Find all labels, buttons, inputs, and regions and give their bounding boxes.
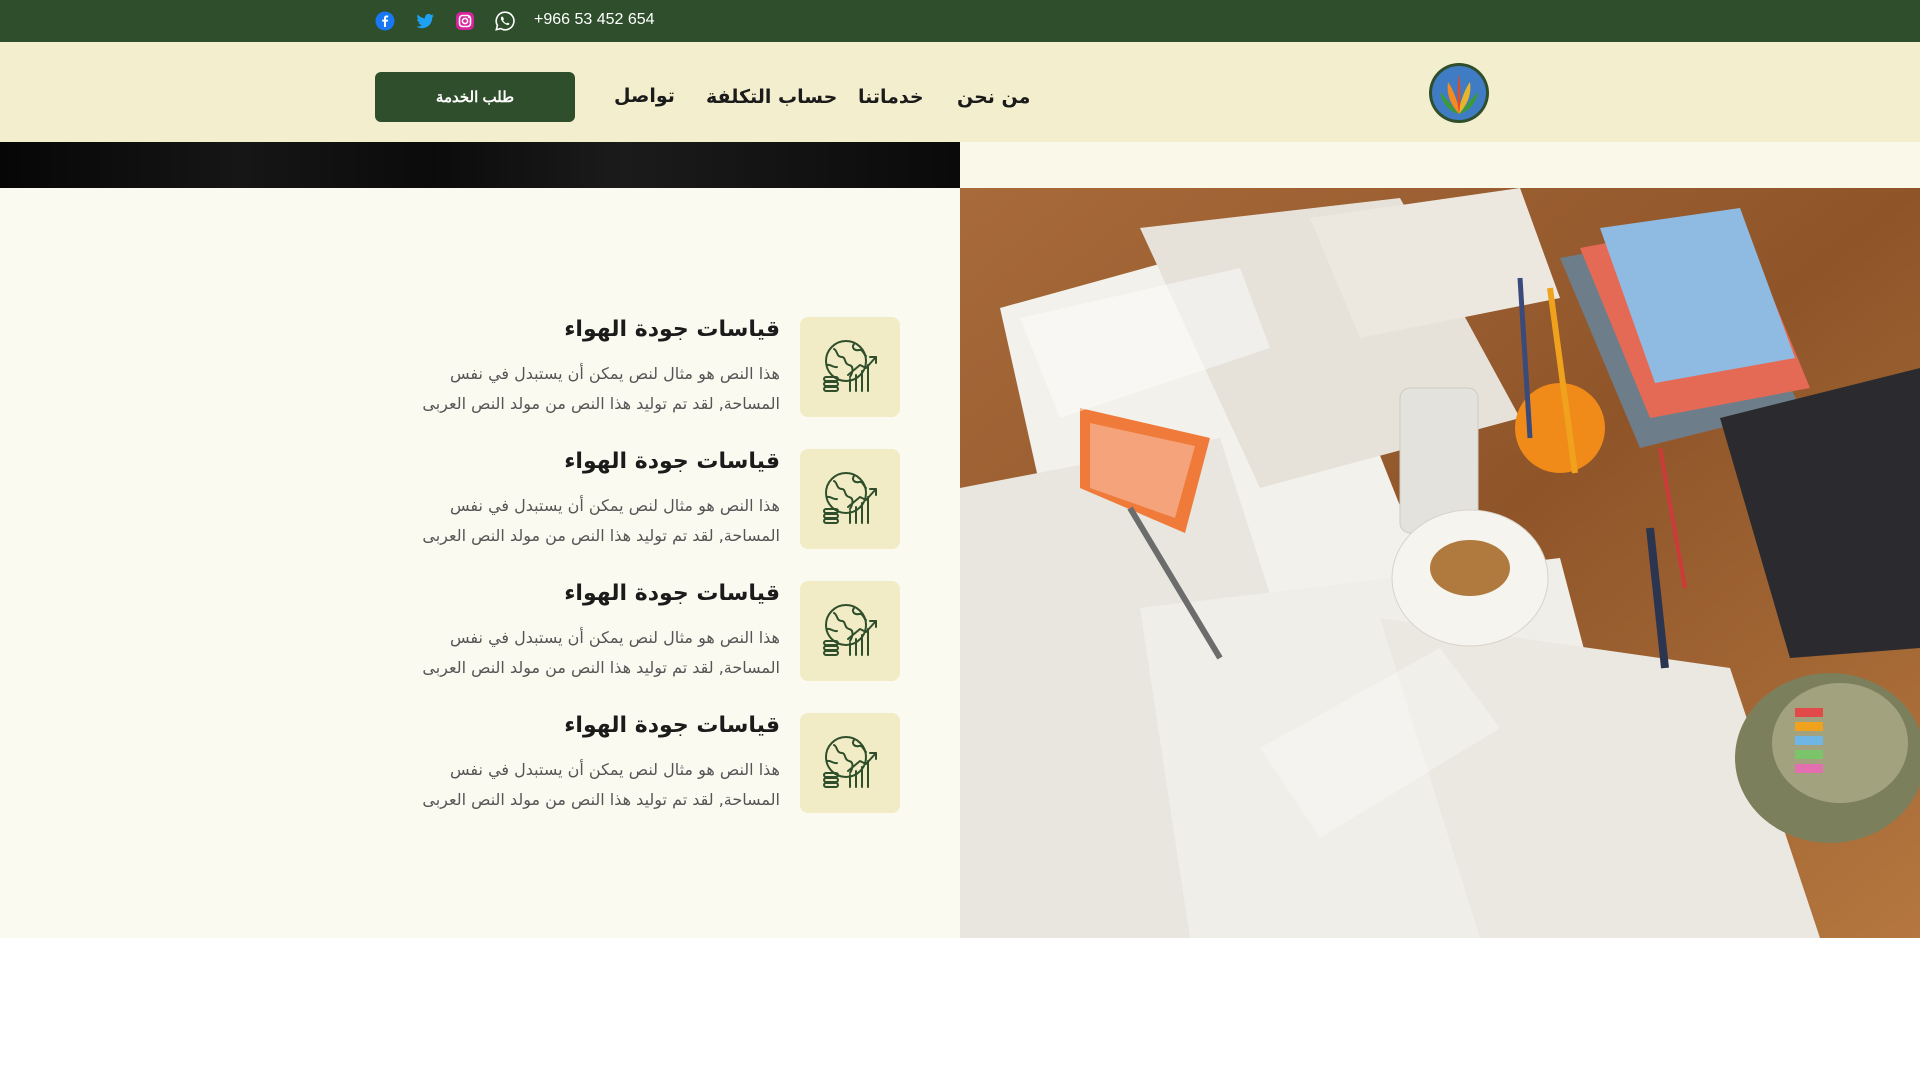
whatsapp-icon[interactable]: [495, 11, 515, 31]
phone-number[interactable]: +966 53 452 654: [534, 11, 655, 29]
feature-title: قياسات جودة الهواء: [564, 317, 780, 342]
feature-title: قياسات جودة الهواء: [564, 581, 780, 606]
hero-light-strip: [960, 142, 1920, 188]
feature-icon-box: [800, 581, 900, 681]
feature-title: قياسات جودة الهواء: [564, 713, 780, 738]
globe-growth-icon: [823, 604, 877, 656]
feature-description: هذا النص هو مثال لنص يمكن أن يستبدل في ن…: [422, 364, 780, 413]
feature-item: قياسات جودة الهواء هذا النص هو مثال لنص …: [400, 317, 900, 417]
feature-item: قياسات جودة الهواء هذا النص هو مثال لنص …: [400, 713, 900, 813]
feature-item: قياسات جودة الهواء هذا النص هو مثال لنص …: [400, 449, 900, 549]
request-service-button[interactable]: طلب الخدمة: [375, 72, 575, 122]
globe-growth-icon: [823, 736, 877, 788]
feature-icon-box: [800, 449, 900, 549]
globe-growth-icon: [823, 472, 877, 524]
brand-logo[interactable]: [1428, 62, 1490, 124]
instagram-icon[interactable]: [455, 11, 475, 31]
feature-description: هذا النص هو مثال لنص يمكن أن يستبدل في ن…: [422, 628, 780, 677]
facebook-icon[interactable]: [375, 11, 395, 31]
site-header: طلب الخدمة تواصل حساب التكلفة خدماتنا من…: [0, 42, 1920, 142]
feature-description: هذا النص هو مثال لنص يمكن أن يستبدل في ن…: [422, 496, 780, 545]
feature-description: هذا النص هو مثال لنص يمكن أن يستبدل في ن…: [422, 760, 780, 809]
desk-photo: [960, 188, 1920, 938]
feature-item: قياسات جودة الهواء هذا النص هو مثال لنص …: [400, 581, 900, 681]
feature-icon-box: [800, 317, 900, 417]
feature-title: قياسات جودة الهواء: [564, 449, 780, 474]
twitter-icon[interactable]: [415, 11, 435, 31]
top-bar: +966 53 452 654: [0, 0, 1920, 42]
features-panel: قياسات جودة الهواء هذا النص هو مثال لنص …: [0, 188, 960, 938]
nav-item-about[interactable]: من نحن: [957, 86, 1030, 108]
nav-item-services[interactable]: خدماتنا: [858, 86, 924, 108]
nav-item-cost-calculator[interactable]: حساب التكلفة: [706, 86, 837, 108]
feature-icon-box: [800, 713, 900, 813]
globe-growth-icon: [823, 340, 877, 392]
nav-item-contact[interactable]: تواصل: [614, 85, 675, 107]
hero-dark-strip: [0, 142, 960, 188]
